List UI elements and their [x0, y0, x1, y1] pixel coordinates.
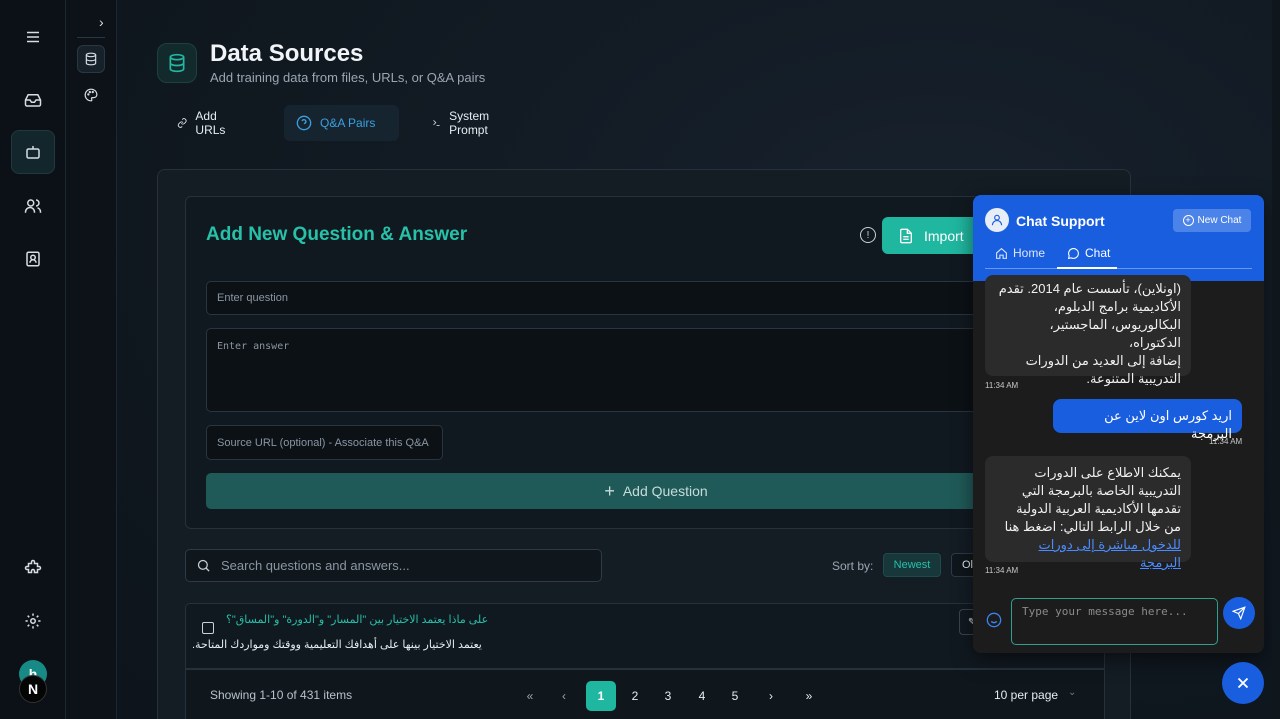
bot-message: يمكنك الاطلاع على الدورات التدريبية الخا…	[985, 456, 1191, 570]
search-icon	[197, 559, 210, 572]
pagination: Showing 1-10 of 431 items « ‹ 1 2 3 4 5 …	[185, 669, 1105, 719]
plus-circle-icon: +	[1182, 215, 1194, 226]
message-line: التدريبية المتنوعة.	[1086, 371, 1181, 386]
next-page-button[interactable]: ›	[756, 681, 786, 711]
chat-header: Chat Support + New Chat Home Chat	[973, 195, 1264, 281]
message-time: 11:34 AM	[985, 381, 1019, 390]
database-icon	[157, 43, 197, 83]
file-icon	[900, 228, 912, 243]
left-rail: h N	[0, 0, 66, 719]
add-question-button[interactable]: + Add Question	[206, 473, 1106, 509]
per-page-select[interactable]: 10 per page	[994, 688, 1058, 702]
qa-list-item[interactable]: على ماذا يعتمد الاختيار بين "المسار" و"ا…	[185, 603, 1105, 669]
active-tab-indicator	[1057, 267, 1117, 269]
info-icon[interactable]: !	[860, 227, 876, 243]
bot-message: (اونلاين)، تأسست عام 2014. تقدم الأكاديم…	[985, 275, 1191, 386]
question-input[interactable]: Enter question	[206, 281, 1106, 315]
tab-add-urls[interactable]: Add URLs	[165, 105, 243, 141]
page-button-4[interactable]: 4	[687, 681, 717, 711]
page-title: Data Sources	[210, 40, 364, 67]
sort-label: Sort by:	[832, 559, 874, 573]
sort-newest-button[interactable]: Newest	[883, 553, 941, 577]
add-question-label: Add Question	[622, 483, 708, 499]
source-url-input[interactable]: Source URL (optional) - Associate this Q…	[206, 425, 443, 460]
import-label: Import	[924, 227, 964, 244]
row-checkbox[interactable]	[202, 622, 214, 634]
page-button-3[interactable]: 3	[653, 681, 683, 711]
message-time: 11:34 AM	[985, 566, 1019, 575]
database-icon[interactable]	[77, 45, 105, 73]
page-subtitle: Add training data from files, URLs, or Q…	[210, 70, 486, 85]
chat-bubble-icon	[1067, 247, 1079, 259]
tab-label: Q&A Pairs	[320, 116, 376, 130]
message-time: 11:34 AM	[1209, 437, 1243, 446]
workspace-avatar[interactable]: N	[19, 675, 47, 703]
palette-icon[interactable]	[77, 81, 105, 109]
qa-question: على ماذا يعتمد الاختيار بين "المسار" و"ا…	[226, 614, 489, 626]
tab-system-prompt[interactable]: System Prompt	[420, 105, 508, 141]
tab-qa-pairs[interactable]: Q&A Pairs	[284, 105, 399, 141]
divider	[77, 37, 105, 38]
page-button-2[interactable]: 2	[620, 681, 650, 711]
home-icon	[996, 247, 1007, 259]
qa-search[interactable]: Search questions and answers...	[185, 549, 602, 582]
bot-icon[interactable]	[11, 130, 55, 174]
settings-gear-icon[interactable]	[11, 599, 55, 643]
message-line: إضافة إلى العديد من الدورات	[1025, 353, 1181, 368]
puzzle-icon[interactable]	[11, 546, 55, 590]
secondary-rail: ›	[66, 0, 117, 719]
last-page-button[interactable]: »	[794, 681, 824, 711]
prev-page-button[interactable]: ‹	[549, 681, 579, 711]
message-line: من خلال الرابط التالي: اضغط هنا	[1004, 519, 1181, 534]
expand-chevron-icon[interactable]: ›	[99, 14, 104, 30]
qa-answer: يعتمد الاختيار بينها على أهدافك التعليمي…	[192, 639, 482, 651]
contact-card-icon[interactable]	[11, 237, 55, 281]
users-icon[interactable]	[11, 184, 55, 228]
plus-icon: +	[604, 480, 615, 501]
user-message: اريد كورس اون لاين عن البرمجة	[1053, 399, 1242, 441]
chat-tab-label: Chat	[1085, 246, 1111, 260]
new-chat-label: New Chat	[1197, 215, 1242, 226]
message-line: البكالوريوس، الماجستير، الدكتوراه،	[1049, 317, 1182, 350]
close-icon	[1237, 677, 1249, 689]
chat-tab-home[interactable]: Home	[995, 246, 1045, 260]
send-icon[interactable]	[1223, 597, 1255, 629]
page-button-1[interactable]: 1	[586, 681, 616, 711]
message-line: يمكنك الاطلاع على الدورات	[1034, 465, 1181, 480]
emoji-icon[interactable]	[986, 612, 1002, 628]
inbox-icon[interactable]	[11, 78, 55, 122]
tab-label: Add URLs	[195, 109, 226, 137]
chat-support-widget: Chat Support + New Chat Home Chat (اونلا…	[973, 195, 1264, 653]
question-circle-icon	[296, 115, 312, 131]
workspace-initial: N	[27, 681, 39, 697]
chat-tab-label: Home	[1013, 246, 1046, 260]
chat-composer: Type your message here...	[973, 593, 1264, 653]
terminal-icon	[433, 120, 440, 127]
search-placeholder: Search questions and answers...	[221, 558, 410, 573]
message-line: الأكاديمية برامج الدبلوم،	[1053, 299, 1181, 314]
programming-courses-link[interactable]: للدخول مباشرة إلى دورات البرمجة	[1039, 537, 1181, 570]
tab-label: System Prompt	[449, 109, 490, 137]
page-scrollbar[interactable]	[1272, 0, 1280, 719]
new-chat-button[interactable]: + New Chat	[1173, 209, 1251, 232]
message-line: تقدمها الأكاديمية العربية الدولية	[1016, 501, 1181, 516]
message-line: التدريبية الخاصة بالبرمجة التي	[1021, 483, 1181, 498]
chat-message-input[interactable]: Type your message here...	[1011, 598, 1218, 645]
support-user-icon	[985, 208, 1009, 232]
chevron-down-icon: ⌄	[1068, 687, 1077, 698]
chat-tab-chat[interactable]: Chat	[1067, 246, 1110, 260]
menu-icon[interactable]	[11, 15, 55, 59]
pagination-info: Showing 1-10 of 431 items	[210, 688, 353, 702]
message-line: اريد كورس اون لاين عن البرمجة	[1104, 408, 1232, 441]
divider	[985, 268, 1252, 269]
link-icon	[177, 118, 187, 128]
form-title: Add New Question & Answer	[206, 224, 468, 245]
answer-textarea[interactable]: Enter answer	[206, 328, 1106, 412]
first-page-button[interactable]: «	[515, 681, 545, 711]
page-button-5[interactable]: 5	[720, 681, 750, 711]
add-qa-form: Add New Question & Answer ! Import Enter…	[185, 196, 1106, 529]
message-line: (اونلاين)، تأسست عام 2014. تقدم	[998, 281, 1181, 296]
close-chat-button[interactable]	[1222, 662, 1264, 704]
chat-title: Chat Support	[1016, 213, 1105, 229]
